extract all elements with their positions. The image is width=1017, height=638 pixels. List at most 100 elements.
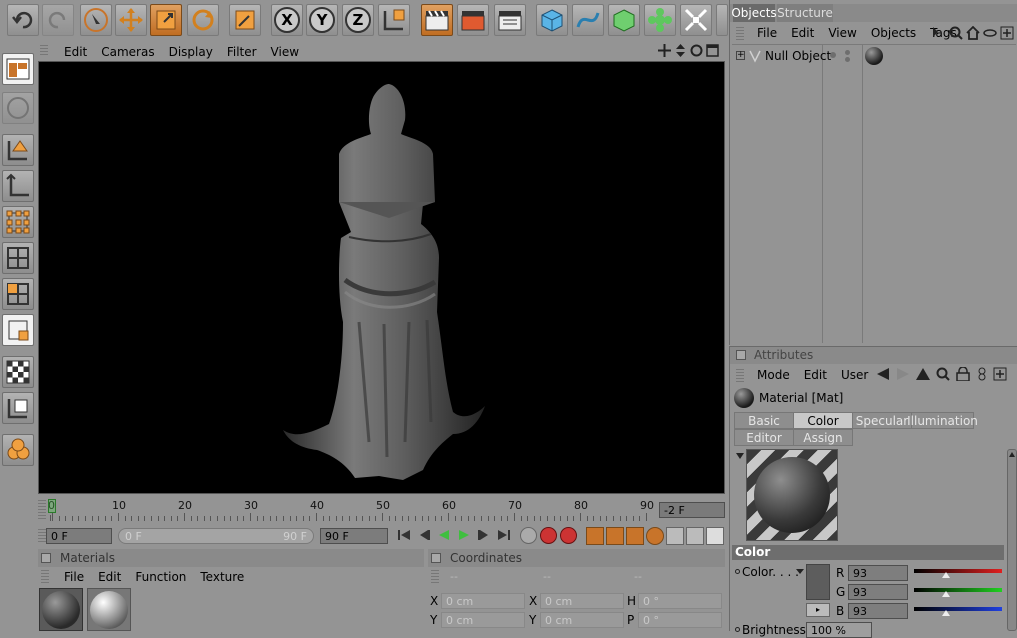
cube-button[interactable] [536, 4, 568, 36]
g-slider[interactable] [914, 588, 1002, 597]
render-settings-button[interactable] [494, 4, 526, 36]
render-view-button[interactable] [421, 4, 453, 36]
live-select-button[interactable] [80, 4, 112, 36]
key-parameter-icon[interactable] [646, 527, 664, 545]
start-frame-field[interactable]: 0 F [46, 528, 112, 544]
objects-grip[interactable] [736, 27, 744, 41]
material-tag-icon[interactable] [865, 47, 883, 65]
move-button[interactable] [115, 4, 147, 36]
render-picture-viewer-button[interactable] [457, 4, 489, 36]
deformer-button[interactable] [644, 4, 676, 36]
current-frame-field[interactable]: -2 F [659, 502, 725, 518]
configure-icon[interactable] [975, 367, 989, 381]
key-position-icon[interactable] [586, 527, 604, 545]
position-y-field[interactable]: 0 cm [441, 612, 525, 628]
list-item[interactable]: + Null Object [732, 47, 1016, 65]
color-dropdown-icon[interactable] [796, 569, 804, 574]
tab-assign[interactable]: Assign [793, 429, 853, 446]
b-value-field[interactable]: 93 [848, 603, 908, 619]
points-mode-button[interactable] [2, 206, 34, 238]
orbit-icon[interactable] [690, 44, 703, 57]
materials-grip[interactable] [41, 570, 49, 584]
workplane-button[interactable] [2, 392, 34, 424]
objects-menu-more-icon[interactable] [933, 27, 938, 37]
r-slider[interactable] [914, 569, 1002, 578]
r-slider-handle[interactable] [942, 572, 950, 578]
link-icon[interactable] [983, 26, 997, 40]
color-section-header[interactable]: Color [732, 545, 1004, 560]
expand-icon[interactable]: + [736, 51, 745, 60]
materials-panel-checkbox[interactable] [41, 553, 51, 563]
new-panel-icon[interactable] [1000, 26, 1014, 40]
up-arrow-icon[interactable] [915, 367, 931, 381]
rotation-h-field[interactable]: 0 ° [638, 593, 722, 609]
viewport-menu-view[interactable]: View [271, 45, 299, 59]
undo-button[interactable] [7, 4, 39, 36]
playhead[interactable] [48, 499, 56, 513]
y-axis-button[interactable]: Y [306, 4, 338, 36]
timeline-icon[interactable] [686, 527, 704, 545]
key-rotation-icon[interactable] [626, 527, 644, 545]
b-slider-handle[interactable] [942, 610, 950, 616]
objects-menu-objects[interactable]: Objects [871, 26, 916, 40]
coordinates-panel-checkbox[interactable] [431, 553, 441, 563]
polygons-mode-button[interactable] [2, 278, 34, 310]
new-panel-icon[interactable] [993, 367, 1007, 381]
pan-icon[interactable] [658, 44, 671, 57]
b-slider[interactable] [914, 607, 1002, 616]
attributes-panel-checkbox[interactable] [736, 350, 746, 360]
tab-objects[interactable]: Objects [731, 4, 777, 22]
search-icon[interactable] [935, 367, 951, 381]
attributes-menu-mode[interactable]: Mode [757, 368, 790, 382]
scale-button[interactable] [150, 4, 182, 36]
tab-basic[interactable]: Basic [734, 412, 794, 429]
g-slider-handle[interactable] [942, 591, 950, 597]
tab-illumination[interactable]: Illumination [907, 412, 978, 429]
tab-editor[interactable]: Editor [734, 429, 794, 446]
maximize-icon[interactable] [706, 44, 719, 57]
objects-menu-edit[interactable]: Edit [791, 26, 814, 40]
viewport-grip[interactable] [40, 45, 48, 57]
size-x-field[interactable]: 0 cm [540, 593, 624, 609]
materials-menu-texture[interactable]: Texture [200, 570, 244, 584]
attributes-menu-edit[interactable]: Edit [804, 368, 827, 382]
preview-collapse-icon[interactable] [736, 453, 744, 459]
timeline-grip[interactable] [38, 500, 46, 520]
rotation-p-field[interactable]: 0 ° [638, 612, 722, 628]
go-to-end-icon[interactable] [496, 528, 512, 542]
timeline-ruler[interactable]: 0 10 20 30 40 50 60 70 80 90 [48, 497, 656, 523]
g-value-field[interactable]: 93 [848, 584, 908, 600]
position-x-field[interactable]: 0 cm [441, 593, 525, 609]
attributes-scrollbar[interactable] [1007, 449, 1017, 631]
go-to-start-icon[interactable] [396, 528, 412, 542]
materials-menu-function[interactable]: Function [135, 570, 186, 584]
search-icon[interactable] [949, 26, 963, 40]
scheme-icon[interactable] [706, 527, 724, 545]
object-axis-button[interactable] [2, 134, 34, 166]
objects-menu-view[interactable]: View [828, 26, 856, 40]
viewport-menu-filter[interactable]: Filter [227, 45, 257, 59]
zoom-icon[interactable] [674, 44, 687, 57]
redo-button[interactable] [42, 4, 74, 36]
texture-axis-button[interactable] [2, 170, 34, 202]
tab-specular[interactable]: Specular [852, 412, 912, 429]
tab-color[interactable]: Color [793, 412, 853, 429]
next-key-icon[interactable] [476, 528, 492, 542]
viewport-menu-display[interactable]: Display [169, 45, 213, 59]
play-forward-icon[interactable] [456, 528, 472, 542]
size-y-field[interactable]: 0 cm [540, 612, 624, 628]
lock-icon[interactable] [955, 367, 971, 381]
key-scale-icon[interactable] [606, 527, 624, 545]
scene-button[interactable] [680, 4, 712, 36]
brightness-value-field[interactable]: 100 % [806, 622, 872, 638]
coordinates-grip[interactable] [431, 570, 439, 584]
uv-points-button[interactable] [2, 314, 34, 346]
end-frame-field[interactable]: 90 F [320, 528, 388, 544]
autokey-icon[interactable] [540, 527, 557, 544]
r-value-field[interactable]: 93 [848, 565, 908, 581]
key-pla-icon[interactable] [666, 527, 684, 545]
viewport-menu-edit[interactable]: Edit [64, 45, 87, 59]
materials-menu-edit[interactable]: Edit [98, 570, 121, 584]
attributes-menu-user[interactable]: User [841, 368, 868, 382]
more-tools-button[interactable] [716, 4, 728, 36]
